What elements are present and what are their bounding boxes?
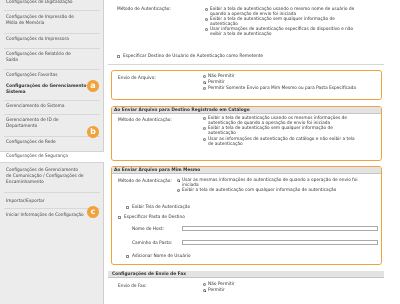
sidebar-group-label: Configurações do Gerenciamento do [6,84,94,89]
auth-option-text: exibir a tela de autenticação [210,32,272,37]
sidebar-group-system-management: Configurações do Gerenciamento do Sistema [6,84,98,96]
sidebar-item-import-export[interactable]: Importar/Exportar [6,199,98,205]
file-send-self-or-folder-radio[interactable] [203,87,206,90]
auth-option-device-specific-radio[interactable] [205,28,208,31]
sidebar-divider [4,33,100,34]
callout-a-badge: a [87,80,99,92]
sidebar-item-label: Gerenciamento de ID de [6,118,59,123]
file-send-allow-radio[interactable] [203,81,206,84]
sidebar-item-security-settings[interactable]: Configurações de Segurança [0,151,104,163]
fax-send-header: Configurações de Envio de Fax [112,272,187,277]
fax-send-deny-radio[interactable] [203,283,206,286]
sidebar-item-favorite-settings[interactable]: Configurações Favoritas [6,73,98,79]
send-to-myself-option-text: Exibir a tela de autenticação com qualqu… [182,188,337,193]
sidebar-group-label: Sistema [6,90,26,95]
fax-send-option-text: Permitir [208,288,225,293]
sidebar-divider [4,10,100,11]
file-send-box [111,70,382,100]
specify-auth-dest-checkbox[interactable] [117,55,120,58]
specify-auth-dest-label: Especificar Destino de Usuário de Autent… [123,54,264,59]
fax-send-allow-radio[interactable] [203,289,206,292]
sidebar-item-initialize-settings[interactable]: Iniciar Informações de Configuração [6,213,98,219]
show-auth-screen-checkbox[interactable] [126,206,129,209]
specify-dest-folder-label: Especificar Pasta de Destino [124,215,185,220]
sidebar-item-label: Configurações de Gerenciamento [6,168,78,173]
sidebar-divider [4,48,100,49]
sidebar-item-memory-print-settings[interactable]: Configurações de Impressão de Mídia de Me… [6,15,98,27]
sidebar-divider [4,136,100,137]
sidebar-divider [4,69,100,70]
fax-send-option-text: Não Permitir [208,282,235,287]
host-name-input[interactable] [182,226,378,231]
main-content: Método de Autenticação: Exibir a tela de… [87,0,400,304]
sidebar-item-system-management[interactable]: Gerenciamento do Sistema [6,104,98,110]
sidebar-item-label: de Comunicação / Configurações de [6,174,84,179]
auth-method-label: Método de Autenticação: [117,7,171,12]
address-book-same-auth-radio[interactable] [203,117,206,120]
add-username-checkbox[interactable] [126,255,129,258]
sidebar-item-printer-settings[interactable]: Configurações da Impressora [6,37,98,43]
auth-option-same-user-radio[interactable] [205,8,208,11]
address-book-option-text: autenticação [208,131,236,136]
send-to-myself-auth-method-label: Método de Autenticação: [118,179,172,184]
sidebar-item-scan-settings[interactable]: Configurações de Digitalização [6,0,98,6]
file-send-label: Envio de Arquivo: [118,76,156,81]
show-auth-screen-label: Exibir Tela de Autenticação [132,205,191,210]
sidebar-divider [4,114,100,115]
sidebar-item-department-id-management[interactable]: Gerenciamento de ID de Departamento [6,118,98,130]
address-book-catalog-auth-radio[interactable] [203,138,206,141]
add-username-label: Adicionar Nome de Usuário [132,254,191,259]
auth-option-no-info-radio[interactable] [205,18,208,21]
address-book-dest-box [111,106,382,161]
sidebar-divider [4,208,100,209]
send-to-myself-header: Ao Enviar Arquivo para Mim Mesmo [114,168,201,173]
sidebar-item-report-output-settings[interactable]: Configurações de Relatório de Saída [6,52,98,64]
folder-path-input[interactable] [182,240,378,245]
send-to-myself-same-auth-radio[interactable] [177,179,180,182]
callout-b-badge: b [87,126,99,138]
send-to-myself-any-auth-radio[interactable] [177,189,180,192]
address-book-no-info-radio[interactable] [203,127,206,130]
sidebar-item-label: Configurações de Relatório de [6,52,71,57]
file-send-option-text: Permitir Somente Envio para Mim Mesmo ou… [208,86,357,91]
callout-c-badge: c [87,206,99,218]
address-book-auth-method-label: Método de Autenticação: [118,118,172,123]
sidebar: Configurações de Digitalização Configura… [0,0,104,304]
fax-send-label: Envio de Fax: [118,284,147,289]
specify-dest-folder-checkbox[interactable] [118,216,121,219]
send-to-myself-option-text: Usar as mesmas informações de autenticaç… [182,178,358,183]
sidebar-divider [4,192,100,193]
sidebar-item-label: Encaminhamento [6,180,44,185]
address-book-dest-header: Ao Enviar Arquivo para Destino Registrad… [114,108,250,113]
section-divider [108,64,384,65]
file-send-option-text: Não Permitir [208,74,235,79]
file-send-option-text: Permitir [208,80,225,85]
host-name-label: Nome de Host: [132,227,165,232]
sidebar-item-communication-management[interactable]: Configurações de Gerenciamento de Comunic… [6,168,98,186]
sidebar-item-network-settings[interactable]: Configurações de Rede [6,140,98,146]
sidebar-item-label: Departamento [6,124,38,129]
folder-path-label: Caminho da Pasta: [132,241,173,246]
sidebar-item-label: Saída [6,58,18,63]
sidebar-item-label: Configurações de Impressão de [6,15,74,20]
sidebar-item-label: Mídia de Memória [6,21,45,26]
address-book-option-text: de autenticação [208,142,243,147]
file-send-deny-radio[interactable] [203,75,206,78]
sidebar-divider [4,100,100,101]
